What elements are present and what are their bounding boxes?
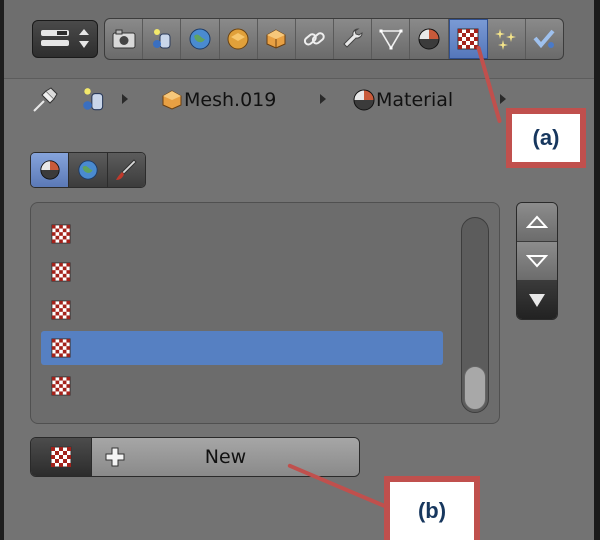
breadcrumb-object[interactable]: [80, 84, 108, 116]
triangle-down-icon: [529, 294, 545, 307]
material-sphere-icon: [40, 160, 60, 180]
physics-icon: [533, 29, 555, 49]
plus-icon: [105, 447, 125, 467]
tab-constraints[interactable]: [296, 19, 335, 59]
tab-object[interactable]: [258, 19, 296, 59]
tab-particles[interactable]: [488, 19, 526, 59]
material-sphere-icon: [353, 89, 375, 111]
move-slot-down-button[interactable]: [517, 242, 557, 281]
texture-slot-row[interactable]: [41, 369, 443, 403]
chain-link-icon: [304, 32, 326, 46]
cube-icon: [162, 90, 182, 110]
breadcrumb-mesh-label: Mesh.019: [184, 89, 277, 111]
scrollbar-thumb[interactable]: [464, 366, 486, 410]
scrollbar[interactable]: [461, 217, 489, 413]
tab-brush-textures[interactable]: [107, 153, 145, 187]
tab-render[interactable]: [105, 19, 144, 59]
tab-scene[interactable]: [181, 19, 220, 59]
breadcrumb-separator-icon: [320, 94, 326, 104]
mesh-data-icon: [379, 29, 403, 50]
wrench-icon: [342, 28, 363, 48]
tab-modifiers[interactable]: [334, 19, 373, 59]
slot-specials-menu-button[interactable]: [517, 281, 557, 319]
world-icon: [227, 28, 249, 50]
render-layers-icon: [152, 29, 171, 49]
window-border-left: [0, 0, 4, 540]
callout-a-box: (a): [506, 108, 586, 168]
material-sphere-icon: [418, 28, 440, 50]
breadcrumb: Mesh.019 Material: [30, 84, 510, 116]
particles-icon: [495, 29, 517, 50]
properties-header: [4, 0, 594, 79]
checker-texture-icon: [51, 224, 71, 244]
editor-type-button[interactable]: [32, 20, 98, 58]
callout-a-label: (a): [532, 125, 560, 150]
move-slot-up-button[interactable]: [517, 203, 557, 242]
slot-side-buttons: [516, 202, 558, 320]
texture-slot-list[interactable]: [30, 202, 500, 424]
pin-icon: [33, 87, 58, 112]
tab-material[interactable]: [410, 19, 449, 59]
texture-slot-row[interactable]: [41, 293, 443, 327]
scene-icon: [189, 28, 211, 50]
texture-slot-row[interactable]: [41, 217, 443, 251]
new-texture-button[interactable]: New: [92, 438, 359, 476]
context-tab-strip: [104, 18, 564, 60]
checker-texture-icon: [50, 446, 72, 468]
tab-data[interactable]: [372, 19, 411, 59]
texture-context-tabs: [30, 152, 146, 188]
browse-texture-button[interactable]: [31, 438, 92, 476]
checker-texture-icon: [51, 262, 71, 282]
breadcrumb-separator-icon: [122, 94, 128, 104]
camera-icon: [112, 29, 136, 49]
breadcrumb-material-label: Material: [376, 89, 454, 111]
triangle-down-icon: [526, 255, 548, 268]
tab-world[interactable]: [220, 19, 258, 59]
tab-material-textures[interactable]: [31, 153, 70, 187]
world-icon: [78, 160, 98, 180]
checker-texture-icon: [51, 300, 71, 320]
breadcrumb-separator-icon: [500, 94, 506, 104]
pin-button[interactable]: [30, 84, 60, 116]
callout-b-label: (b): [417, 498, 447, 523]
window-border-right: [594, 0, 600, 540]
breadcrumb-material[interactable]: Material: [352, 84, 453, 116]
brush-icon: [116, 159, 138, 180]
texture-slot-row[interactable]: [41, 255, 443, 289]
render-layers-icon: [83, 88, 104, 111]
editor-type-icon: [41, 29, 89, 48]
breadcrumb-mesh[interactable]: Mesh.019: [160, 84, 276, 116]
checker-texture-icon: [51, 338, 71, 358]
new-texture-label: New: [204, 446, 247, 468]
texture-datablock-row: New: [30, 437, 360, 477]
tab-world-textures[interactable]: [69, 153, 108, 187]
tab-render-layers[interactable]: [143, 19, 182, 59]
tab-physics[interactable]: [526, 19, 563, 59]
triangle-up-icon: [526, 215, 548, 228]
checker-texture-icon: [51, 376, 71, 396]
texture-slot-row[interactable]: [41, 331, 443, 365]
cube-icon: [266, 29, 286, 49]
callout-b-box: (b): [384, 476, 480, 540]
